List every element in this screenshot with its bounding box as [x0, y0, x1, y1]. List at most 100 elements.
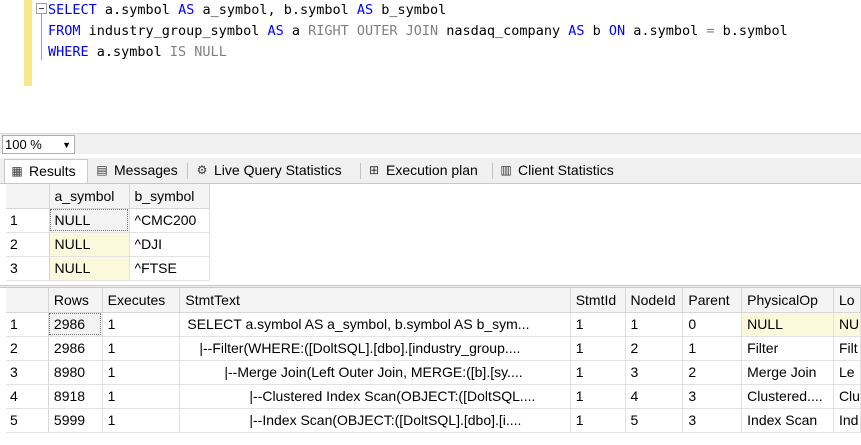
tab-client-statistics[interactable]: ▥ Client Statistics: [494, 159, 624, 183]
grid-cell[interactable]: 2986: [48, 336, 103, 361]
tab-messages[interactable]: ▤ Messages: [90, 159, 186, 183]
grid-cell[interactable]: 3: [625, 360, 684, 385]
tab-execution-plan[interactable]: ⊞ Execution plan: [362, 159, 492, 183]
column-header[interactable]: Executes: [102, 288, 181, 313]
grid-cell[interactable]: 1: [102, 408, 181, 433]
code-text: a.symbol: [96, 2, 179, 18]
grid-cell[interactable]: 5999: [48, 408, 103, 433]
code-line-2[interactable]: FROM industry_group_symbol AS a RIGHT OU…: [48, 21, 788, 42]
result-grid-2[interactable]: Rows Executes StmtText StmtId NodeId Par…: [6, 288, 861, 433]
code-text: a.symbol: [625, 23, 707, 39]
code-text: b.symbol: [714, 23, 788, 39]
operator-keyword: RIGHT OUTER JOIN: [308, 23, 439, 39]
row-number[interactable]: 2: [6, 336, 49, 361]
tab-separator: [360, 163, 361, 179]
grid-cell[interactable]: Ind: [833, 408, 861, 433]
keyword: FROM: [48, 23, 81, 39]
column-header[interactable]: NodeId: [625, 288, 684, 313]
code-line-1[interactable]: SELECT a.symbol AS a_symbol, b.symbol AS…: [48, 0, 446, 21]
grid-cell[interactable]: Index Scan: [741, 408, 834, 433]
tab-live-query-statistics[interactable]: ⚙ Live Query Statistics: [190, 159, 360, 183]
column-header[interactable]: Rows: [48, 288, 103, 313]
grid-cell[interactable]: ^CMC200: [129, 208, 210, 233]
grid-cell[interactable]: 1: [682, 336, 743, 361]
result-grid-1[interactable]: a_symbol b_symbol 1 NULL ^CMC200 2 NULL …: [6, 184, 210, 281]
column-header[interactable]: b_symbol: [129, 184, 210, 209]
grid-cell[interactable]: 0: [682, 312, 743, 337]
row-number-header[interactable]: [6, 288, 49, 313]
table-row[interactable]: 4 8918 1 |--Clustered Index Scan(OBJECT:…: [6, 384, 861, 409]
row-number[interactable]: 1: [6, 208, 50, 233]
grid-cell[interactable]: 8980: [48, 360, 103, 385]
grid-cell[interactable]: NULL: [49, 208, 130, 233]
column-header[interactable]: StmtText: [179, 288, 571, 313]
code-line-3[interactable]: WHERE a.symbol IS NULL: [48, 42, 227, 63]
operator-keyword: IS NULL: [169, 44, 227, 60]
row-number[interactable]: 3: [6, 256, 50, 281]
grid-cell[interactable]: Le: [833, 360, 861, 385]
grid-cell[interactable]: 1: [570, 312, 626, 337]
column-header[interactable]: PhysicalOp: [741, 288, 834, 313]
grid-cell[interactable]: NULL: [49, 232, 130, 257]
tab-label: Results: [29, 163, 76, 179]
column-header[interactable]: a_symbol: [49, 184, 130, 209]
zoom-select[interactable]: 100 % ▼: [2, 135, 75, 154]
grid-cell[interactable]: |--Clustered Index Scan(OBJECT:([DoltSQL…: [179, 384, 571, 409]
grid-cell[interactable]: 4: [625, 384, 684, 409]
grid-cell[interactable]: 5: [625, 408, 684, 433]
grid-cell[interactable]: ^DJI: [129, 232, 210, 257]
grid-cell[interactable]: 1: [102, 312, 181, 337]
grid-cell[interactable]: 1: [625, 312, 684, 337]
grid-cell[interactable]: 8918: [48, 384, 103, 409]
row-number[interactable]: 4: [6, 384, 49, 409]
grid-cell[interactable]: Filter: [741, 336, 834, 361]
column-header[interactable]: StmtId: [570, 288, 626, 313]
table-row[interactable]: 1 NULL ^CMC200: [6, 208, 210, 233]
grid-cell[interactable]: 1: [102, 360, 181, 385]
operator: =: [706, 23, 715, 39]
grid-cell[interactable]: 2: [682, 360, 743, 385]
table-row[interactable]: 3 NULL ^FTSE: [6, 256, 210, 281]
table-row[interactable]: 1 2986 1 SELECT a.symbol AS a_symbol, b.…: [6, 312, 861, 337]
tab-results[interactable]: ▦ Results: [4, 159, 88, 183]
grid-cell[interactable]: 1: [570, 408, 626, 433]
keyword: SELECT: [48, 2, 97, 18]
grid-cell[interactable]: NULL: [741, 312, 834, 337]
grid-cell[interactable]: 1: [570, 336, 626, 361]
grid-cell[interactable]: |--Index Scan(OBJECT:([DoltSQL].[dbo].[i…: [179, 408, 571, 433]
grid-cell[interactable]: 2: [625, 336, 684, 361]
grid-cell[interactable]: 3: [682, 384, 743, 409]
collapse-icon[interactable]: [36, 3, 47, 14]
plan-icon: ⊞: [368, 163, 380, 177]
grid-cell[interactable]: |--Merge Join(Left Outer Join, MERGE:([b…: [179, 360, 571, 385]
grid-cell[interactable]: ^FTSE: [129, 256, 210, 281]
row-number[interactable]: 5: [6, 408, 49, 433]
grid-cell[interactable]: 3: [682, 408, 743, 433]
row-number[interactable]: 3: [6, 360, 49, 385]
grid-cell[interactable]: NU: [833, 312, 861, 337]
column-header[interactable]: Parent: [682, 288, 743, 313]
row-number-header[interactable]: [6, 184, 50, 209]
grid-cell[interactable]: SELECT a.symbol AS a_symbol, b.symbol AS…: [179, 312, 571, 337]
table-row[interactable]: 2 NULL ^DJI: [6, 232, 210, 257]
table-row[interactable]: 2 2986 1 |--Filter(WHERE:([DoltSQL].[dbo…: [6, 336, 861, 361]
grid-cell[interactable]: Merge Join: [741, 360, 834, 385]
row-number[interactable]: 1: [6, 312, 49, 337]
grid-cell[interactable]: 1: [570, 360, 626, 385]
grid-cell[interactable]: Clu: [833, 384, 861, 409]
grid-cell[interactable]: Clustered....: [741, 384, 834, 409]
column-header[interactable]: Lo: [833, 288, 861, 313]
tab-label: Live Query Statistics: [214, 162, 342, 178]
table-row[interactable]: 5 5999 1 |--Index Scan(OBJECT:([DoltSQL]…: [6, 408, 861, 433]
grid-cell[interactable]: 2986: [48, 312, 103, 337]
sql-editor[interactable]: SELECT a.symbol AS a_symbol, b.symbol AS…: [0, 0, 861, 133]
grid-cell[interactable]: 1: [570, 384, 626, 409]
table-row[interactable]: 3 8980 1 |--Merge Join(Left Outer Join, …: [6, 360, 861, 385]
grid-cell[interactable]: 1: [102, 384, 181, 409]
chevron-down-icon[interactable]: ▼: [62, 137, 71, 154]
grid-cell[interactable]: NULL: [49, 256, 130, 281]
grid-cell[interactable]: |--Filter(WHERE:([DoltSQL].[dbo].[indust…: [179, 336, 571, 361]
row-number[interactable]: 2: [6, 232, 50, 257]
grid-cell[interactable]: Filt: [833, 336, 861, 361]
grid-cell[interactable]: 1: [102, 336, 181, 361]
